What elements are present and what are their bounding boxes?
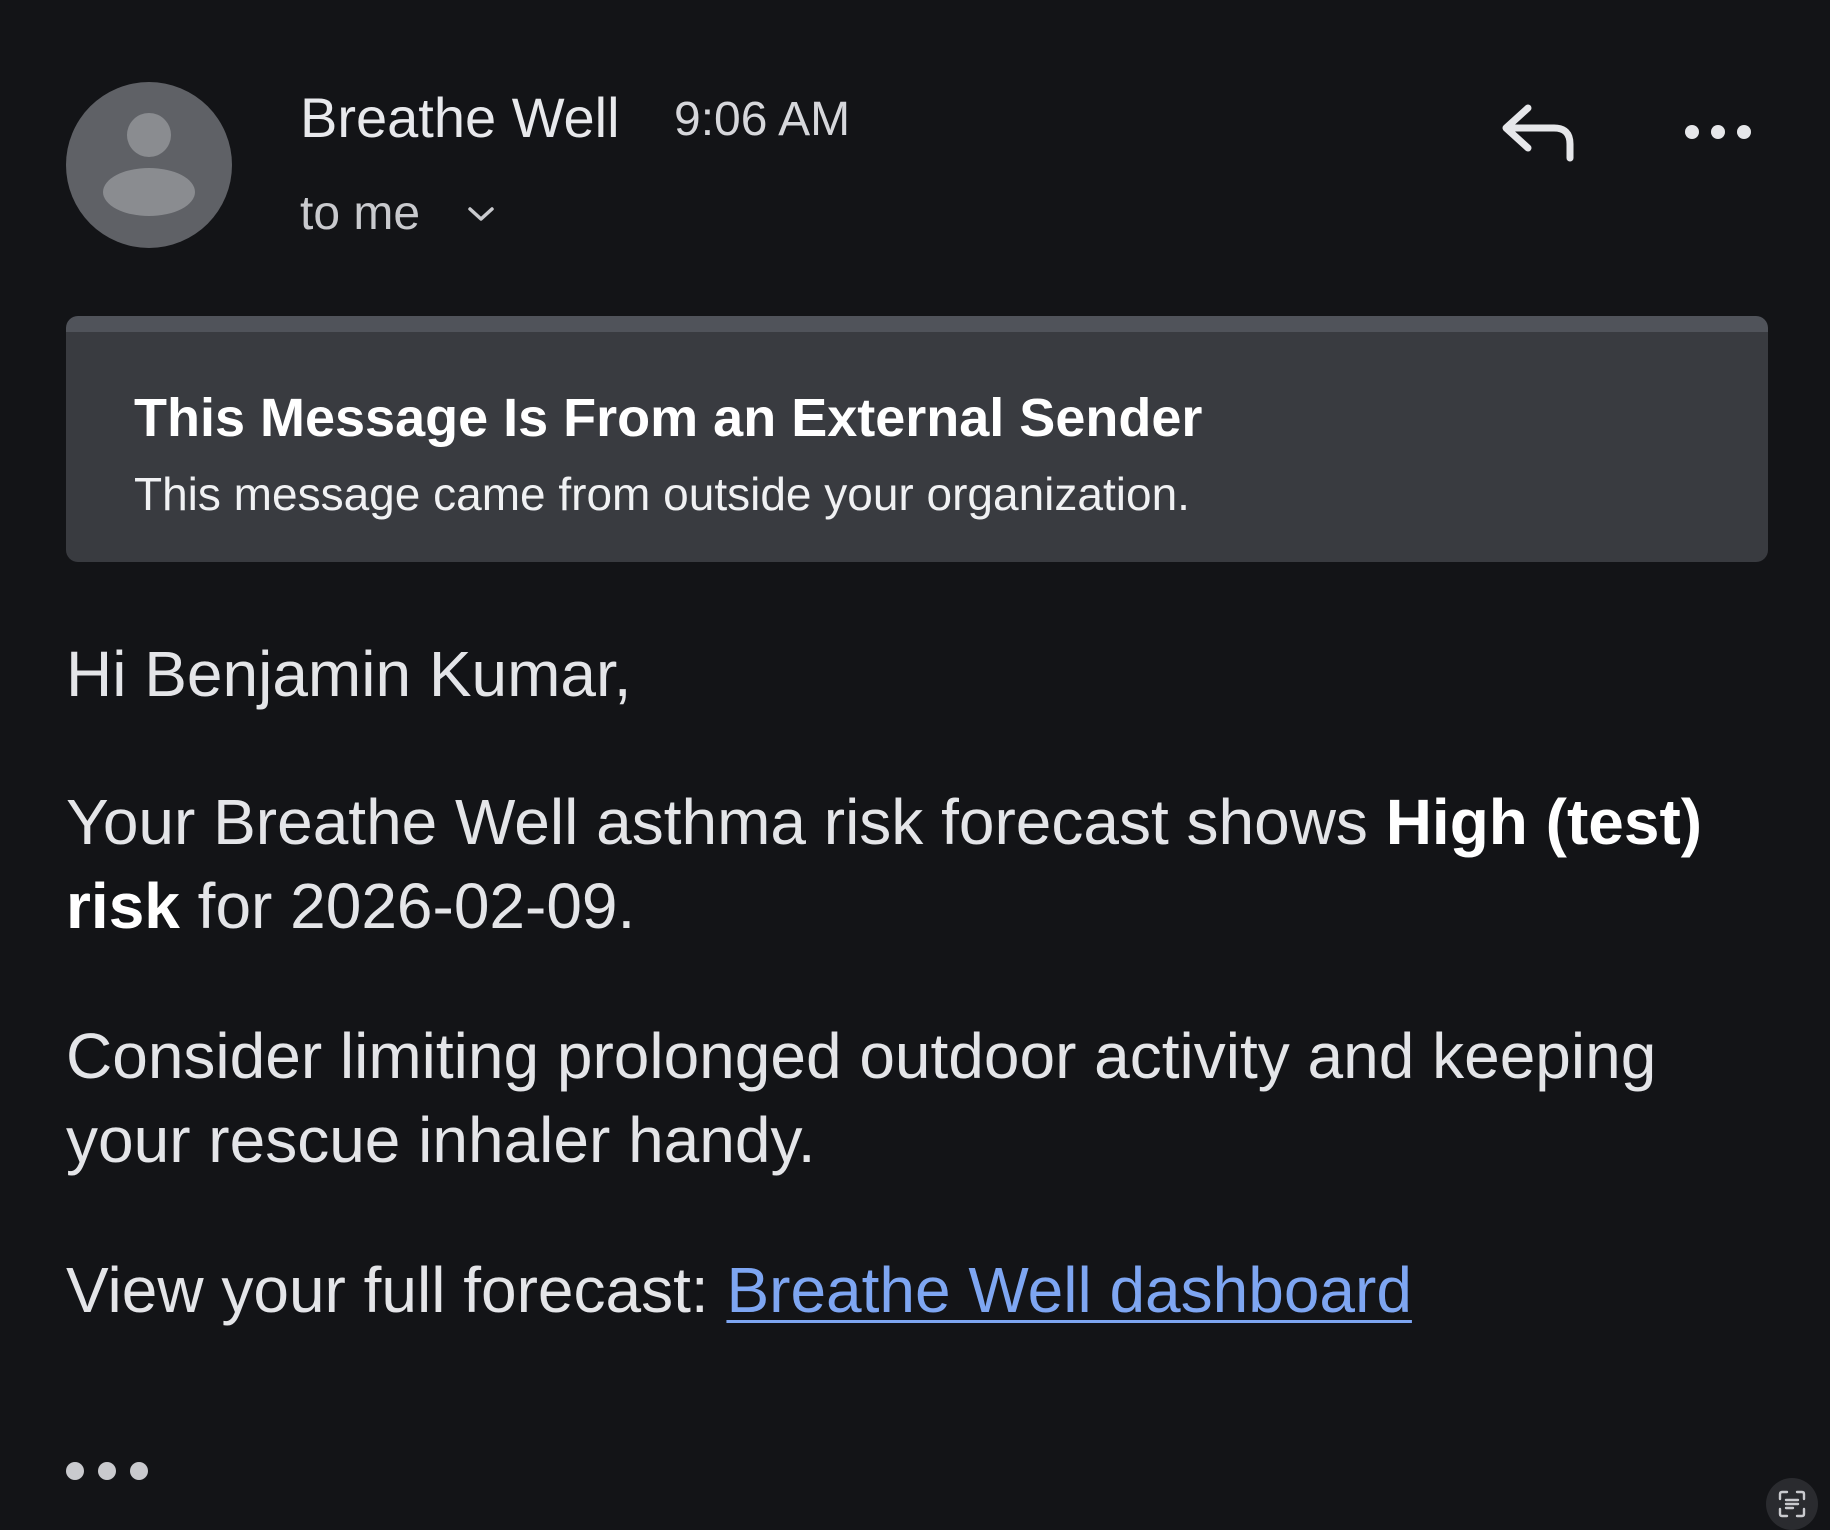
- banner-title: This Message Is From an External Sender: [134, 388, 1203, 448]
- banner-text: This message came from outside your orga…: [134, 468, 1190, 520]
- risk-paragraph: Your Breathe Well asthma risk forecast s…: [66, 780, 1756, 948]
- link-prefix: View your full forecast:: [66, 1254, 727, 1326]
- ellipsis-icon: [66, 1462, 84, 1480]
- forecast-link-paragraph: View your full forecast: Breathe Well da…: [66, 1248, 1756, 1332]
- more-horizontal-icon: [1685, 125, 1751, 139]
- avatar-head: [127, 113, 171, 157]
- ellipsis-dot: [130, 1462, 148, 1480]
- ellipsis-dot: [98, 1462, 116, 1480]
- greeting: Hi Benjamin Kumar,: [66, 638, 632, 710]
- avatar-shoulders: [103, 168, 195, 216]
- text-scan-icon: [1778, 1490, 1806, 1518]
- risk-prefix: Your Breathe Well asthma risk forecast s…: [66, 786, 1386, 858]
- sent-time: 9:06 AM: [674, 93, 851, 146]
- live-text-button[interactable]: [1766, 1478, 1818, 1530]
- reply-button[interactable]: [1490, 92, 1590, 172]
- show-trimmed-content-button[interactable]: [66, 1454, 148, 1488]
- dashboard-link[interactable]: Breathe Well dashboard: [726, 1254, 1411, 1326]
- recipient-details-toggle[interactable]: to me: [300, 182, 498, 246]
- email-message-view: Breathe Well 9:06 AM to me This Message …: [0, 0, 1830, 1530]
- sender-avatar-icon: [66, 82, 232, 248]
- reply-arrow-icon: [1502, 104, 1574, 162]
- more-options-button[interactable]: [1670, 104, 1766, 160]
- chevron-down-icon[interactable]: [464, 197, 498, 231]
- risk-suffix: for 2026-02-09.: [179, 870, 636, 942]
- advice-paragraph: Consider limiting prolonged outdoor acti…: [66, 1020, 1657, 1176]
- sender-name: Breathe Well: [300, 86, 620, 149]
- external-sender-banner: This Message Is From an External Sender …: [66, 316, 1768, 562]
- recipient-label: to me: [300, 187, 421, 240]
